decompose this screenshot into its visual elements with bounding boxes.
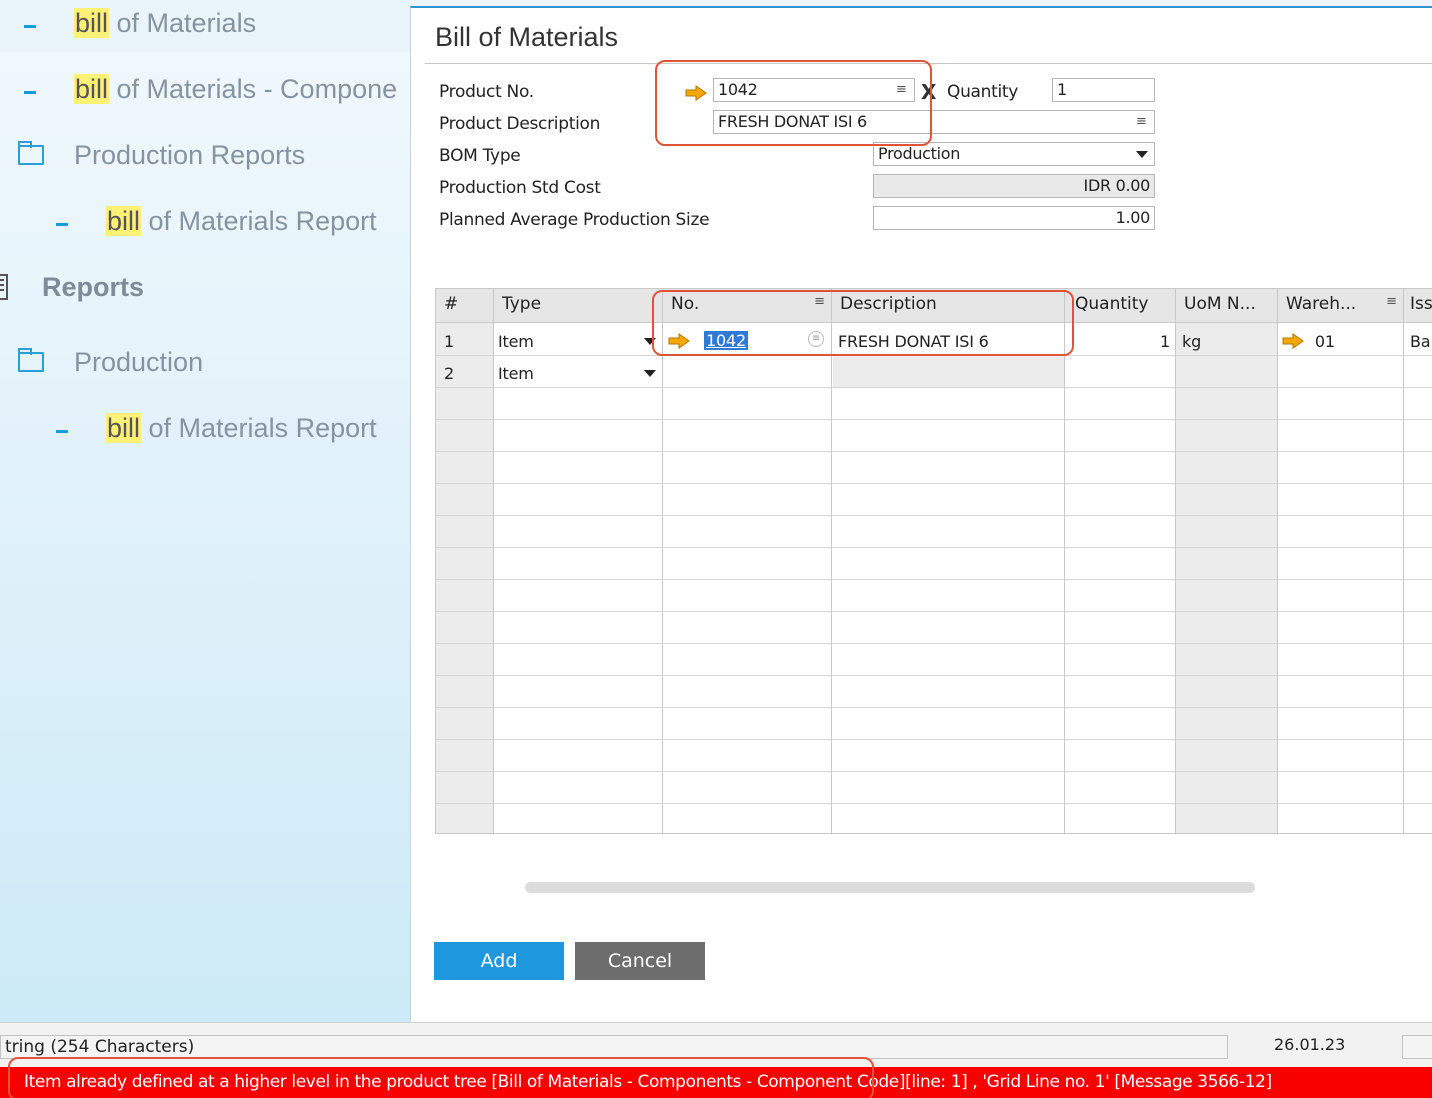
warehouse-column (1278, 289, 1404, 833)
nav-item-label: Production Reports (74, 140, 306, 170)
choose-list-icon[interactable]: ≡ (896, 83, 908, 97)
col-header-warehouse[interactable]: Wareh... ≡ (1278, 289, 1404, 323)
product-description-label: Product Description (439, 114, 601, 134)
bom-type-value: Production (878, 144, 961, 163)
search-highlight: bill (106, 413, 142, 443)
choose-list-icon[interactable]: ≡ (808, 331, 824, 347)
list-icon: ≡ (814, 294, 825, 309)
quantity-label: Quantity (947, 82, 1019, 102)
folder-icon (18, 141, 44, 165)
planned-size-field[interactable]: 1.00 (873, 206, 1155, 230)
times-icon: X (921, 80, 937, 104)
production-std-cost-field: IDR 0.00 (873, 174, 1155, 198)
navigation-panel: bill of Materials bill of Materials - Co… (0, 0, 410, 1022)
status-bar: tring (254 Characters) 26.01.23 Item alr… (0, 1022, 1432, 1098)
row-1-uom[interactable]: kg (1182, 332, 1201, 351)
nav-item-label: of Materials (109, 8, 257, 38)
quantity-field[interactable]: 1 (1052, 78, 1155, 102)
bill-of-materials-window: Bill of Materials Product No. 1042 ≡ X Q… (410, 6, 1432, 1022)
status-field: tring (254 Characters) (0, 1035, 1228, 1059)
production-std-cost-label: Production Std Cost (439, 178, 601, 198)
row-2-description-cell (833, 356, 1064, 387)
nav-item-label: of Materials - Compone (109, 74, 398, 104)
search-highlight: bill (74, 8, 110, 38)
row-1-warehouse-value: 01 (1314, 332, 1335, 351)
col-header-no-label: No. (671, 294, 700, 314)
product-no-field[interactable]: 1042 ≡ (713, 78, 915, 102)
nav-item-label: Production (74, 347, 204, 377)
row-1-type[interactable]: Item (498, 332, 658, 351)
cancel-button[interactable]: Cancel (575, 942, 705, 980)
dash-icon (24, 25, 36, 28)
row-1-description[interactable]: FRESH DONAT ISI 6 (838, 332, 989, 351)
row-1-warehouse[interactable]: 01 (1282, 332, 1335, 353)
status-date: 26.01.23 (1274, 1035, 1346, 1054)
product-description-value: FRESH DONAT ISI 6 (718, 112, 867, 131)
report-icon (0, 274, 8, 300)
bom-type-label: BOM Type (439, 146, 521, 166)
link-arrow-icon[interactable] (668, 333, 690, 353)
dash-icon (24, 91, 36, 94)
col-header-type[interactable]: Type (494, 289, 663, 323)
col-header-no[interactable]: No. ≡ (663, 289, 832, 323)
col-header-warehouse-label: Wareh... (1286, 294, 1357, 314)
list-icon: ≡ (1386, 294, 1397, 309)
col-header-issue[interactable]: Iss (1404, 289, 1432, 323)
row-1-no-value: 1042 (704, 331, 748, 350)
choose-list-icon[interactable]: ≡ (1136, 115, 1148, 129)
dropdown-arrow-icon[interactable] (1136, 151, 1148, 158)
row-1-type-value: Item (498, 332, 534, 351)
row-1-issue[interactable]: Ba (1410, 332, 1430, 351)
row-1-number: 1 (444, 332, 454, 351)
planned-size-label: Planned Average Production Size (439, 210, 710, 230)
title-divider (425, 63, 1432, 64)
status-indicator (1402, 1035, 1432, 1059)
nav-section-label: Reports (42, 272, 145, 302)
nav-item-label: of Materials Report (141, 206, 377, 236)
components-grid: # Type No. ≡ Description Quantity UoM N.… (435, 288, 1432, 834)
col-header-quantity[interactable]: Quantity (1065, 289, 1176, 323)
folder-icon (18, 348, 44, 372)
uom-column (1176, 289, 1278, 833)
col-header-number[interactable]: # (436, 289, 494, 323)
nav-item-label: of Materials Report (141, 413, 377, 443)
link-arrow-icon[interactable] (1282, 332, 1304, 353)
window-title: Bill of Materials (435, 22, 619, 52)
quantity-column (1065, 289, 1176, 833)
dash-icon (56, 430, 68, 433)
error-message-bar[interactable]: Item already defined at a higher level i… (0, 1067, 1432, 1098)
bom-type-select[interactable]: Production (873, 142, 1155, 166)
product-no-label: Product No. (439, 82, 534, 102)
no-column (663, 289, 832, 833)
row-1-quantity[interactable]: 1 (1068, 332, 1170, 351)
product-no-value: 1042 (718, 80, 758, 99)
search-highlight: bill (106, 206, 142, 236)
issue-column (1404, 289, 1432, 833)
row-2-number: 2 (444, 364, 454, 383)
dropdown-arrow-icon[interactable] (644, 338, 656, 345)
col-header-description[interactable]: Description (832, 289, 1065, 323)
row-1-no-field[interactable]: 1042 ≡ (666, 329, 826, 355)
product-description-field[interactable]: FRESH DONAT ISI 6 ≡ (713, 110, 1155, 134)
col-header-uom[interactable]: UoM N... (1176, 289, 1278, 323)
dash-icon (56, 223, 68, 226)
row-2-type-value: Item (498, 364, 534, 383)
row-2-type[interactable]: Item (498, 364, 658, 383)
dropdown-arrow-icon[interactable] (644, 370, 656, 377)
horizontal-scrollbar[interactable] (525, 882, 1255, 893)
add-button[interactable]: Add (434, 942, 564, 980)
search-highlight: bill (74, 74, 110, 104)
link-arrow-icon[interactable] (685, 85, 707, 101)
